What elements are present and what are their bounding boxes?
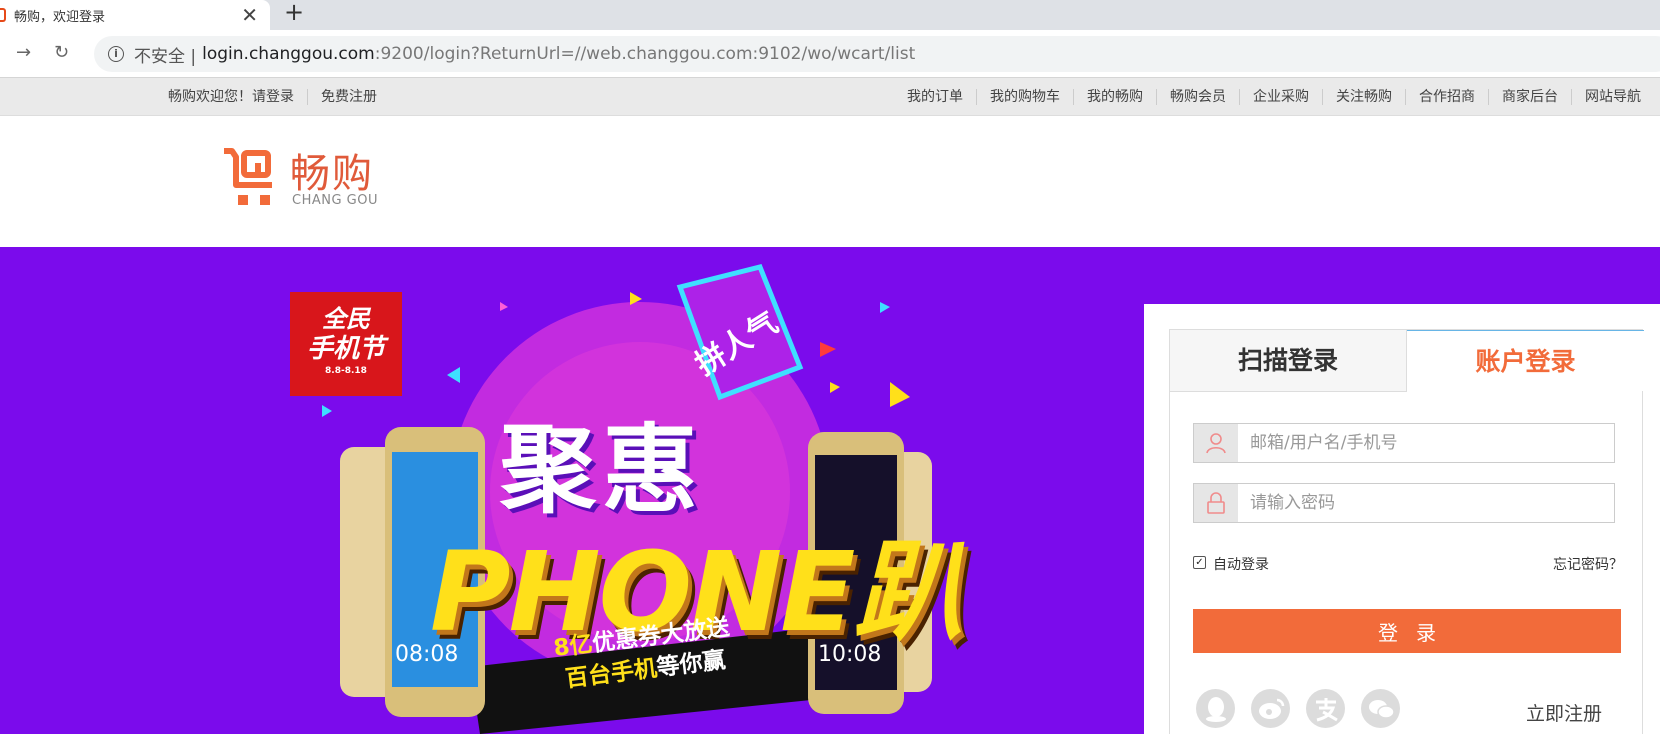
- confetti-3: [820, 342, 836, 357]
- topbar-link-partners[interactable]: 合作招商: [1405, 89, 1488, 105]
- auto-login-checkbox[interactable]: ✓: [1193, 556, 1206, 569]
- logo-header: 畅购 CHANG GOU: [0, 117, 1660, 247]
- alipay-icon[interactable]: [1306, 689, 1345, 728]
- left-phone-clock: 08:08: [395, 642, 459, 667]
- lock-icon: [1194, 484, 1238, 522]
- tab-close-icon[interactable]: ✕: [241, 3, 258, 27]
- festival-badge: 全民 手机节 8.8-8.18: [290, 292, 402, 396]
- address-bar: → ↻ i 不安全 | login.changgou.com:9200/logi…: [0, 30, 1660, 78]
- tab-account-login[interactable]: 账户登录: [1407, 330, 1644, 392]
- confetti-5: [880, 302, 890, 313]
- browser-tab[interactable]: 畅购，欢迎登录 ✕: [0, 0, 270, 30]
- register-now-link[interactable]: 立即注册: [1526, 699, 1602, 726]
- tab-scan-login[interactable]: 扫描登录: [1170, 330, 1407, 392]
- welcome-login-link[interactable]: 畅购欢迎您！请登录: [168, 89, 307, 105]
- reload-icon[interactable]: ↻: [54, 42, 69, 64]
- topbar-link-merchant[interactable]: 商家后台: [1488, 89, 1571, 105]
- wechat-icon[interactable]: [1361, 689, 1400, 728]
- remember-row: ✓ 自动登录 忘记密码？: [1193, 553, 1623, 573]
- site-favicon-icon: [0, 8, 6, 22]
- social-login-icons: [1196, 689, 1400, 728]
- qq-icon[interactable]: [1196, 689, 1235, 728]
- url-host: login.changgou.com: [202, 44, 375, 64]
- url-path: :9200/login?ReturnUrl=//web.changgou.com…: [374, 44, 916, 64]
- login-form: ✓ 自动登录 忘记密码？ 登录 立即注册: [1169, 391, 1643, 734]
- site-topbar: 畅购欢迎您！请登录 免费注册 我的订单 我的购物车 我的畅购 畅购会员 企业采购…: [0, 78, 1660, 116]
- confetti-1: [447, 367, 460, 383]
- topbar-link-member[interactable]: 畅购会员: [1156, 89, 1239, 105]
- user-icon: [1194, 424, 1238, 462]
- topbar-right-links: 我的订单 我的购物车 我的畅购 畅购会员 企业采购 关注畅购 合作招商 商家后台…: [894, 78, 1654, 116]
- tab-title: 畅购，欢迎登录: [14, 9, 106, 25]
- password-input[interactable]: [1238, 484, 1614, 522]
- topbar-left: 畅购欢迎您！请登录 免费注册: [168, 78, 390, 116]
- logo-name-en: CHANG GOU: [292, 193, 378, 208]
- badge-line1: 全民: [322, 305, 370, 333]
- new-tab-icon[interactable]: +: [284, 0, 304, 24]
- username-input[interactable]: [1238, 424, 1614, 462]
- logo-name-cn[interactable]: 畅购: [290, 141, 374, 199]
- topbar-link-orders[interactable]: 我的订单: [894, 89, 976, 105]
- confetti-4: [890, 382, 910, 407]
- weibo-icon[interactable]: [1251, 689, 1290, 728]
- topbar-link-enterprise[interactable]: 企业采购: [1239, 89, 1322, 105]
- forgot-password-link[interactable]: 忘记密码？: [1553, 554, 1623, 574]
- confetti-8: [830, 382, 840, 393]
- browser-tabstrip: 畅购，欢迎登录 ✕ +: [0, 0, 1660, 30]
- cart-logo-icon[interactable]: [222, 147, 280, 209]
- confetti-7: [500, 302, 508, 311]
- right-phone-clock: 10:08: [818, 642, 882, 667]
- login-tabs: 扫描登录 账户登录: [1169, 329, 1644, 392]
- login-button[interactable]: 登录: [1193, 609, 1621, 653]
- badge-line2: 手机节: [306, 334, 385, 364]
- ribbon-line1-highlight: 8亿: [552, 631, 595, 662]
- url-omnibox[interactable]: i 不安全 | login.changgou.com:9200/login?Re…: [94, 36, 1660, 72]
- login-panel: 扫描登录 账户登录 ✓ 自动登录 忘记密码？: [1144, 304, 1660, 734]
- confetti-6: [322, 405, 332, 417]
- topbar-link-cart[interactable]: 我的购物车: [976, 89, 1073, 105]
- info-icon[interactable]: i: [108, 46, 124, 62]
- topbar-link-sitemap[interactable]: 网站导航: [1571, 89, 1654, 105]
- topbar-link-my-changgou[interactable]: 我的畅购: [1073, 89, 1156, 105]
- forward-arrow-icon[interactable]: →: [16, 42, 31, 64]
- ribbon-line2-text: 等你赢: [655, 647, 727, 682]
- security-indicator: 不安全 |: [134, 46, 197, 67]
- auto-login-label[interactable]: 自动登录: [1213, 554, 1269, 574]
- badge-dates: 8.8-8.18: [325, 366, 367, 376]
- free-register-link[interactable]: 免费注册: [307, 89, 390, 105]
- topbar-link-follow[interactable]: 关注畅购: [1322, 89, 1405, 105]
- password-field: [1193, 483, 1615, 523]
- username-field: [1193, 423, 1615, 463]
